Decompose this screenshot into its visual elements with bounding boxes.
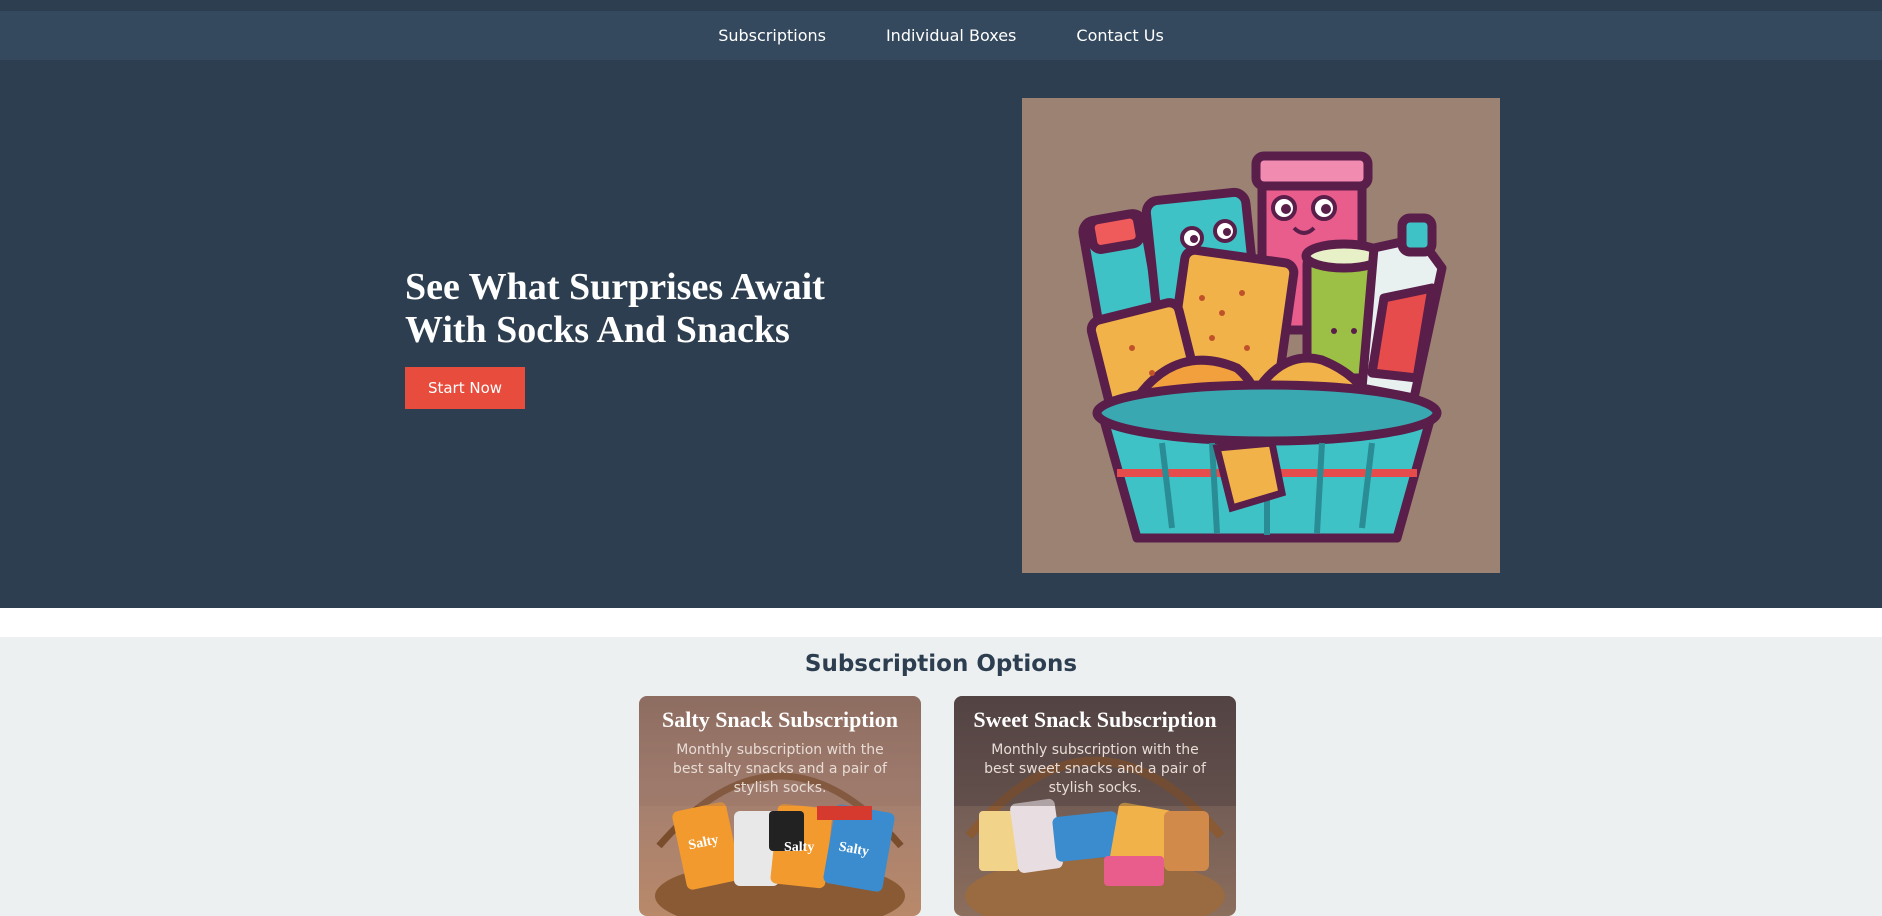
start-now-button[interactable]: Start Now	[405, 367, 525, 409]
nav-item-contact-us[interactable]: Contact Us	[1046, 26, 1193, 45]
snack-basket-illustration	[1022, 98, 1500, 573]
subscription-options-section: Subscription Options Salty Salty Salty S…	[0, 637, 1882, 916]
nav-item-subscriptions[interactable]: Subscriptions	[688, 26, 856, 45]
hero-title: See What Surprises Await With Socks And …	[405, 266, 825, 351]
main-nav: Subscriptions Individual Boxes Contact U…	[0, 11, 1882, 60]
snack-basket-icon	[1022, 98, 1500, 573]
sweet-card-title: Sweet Snack Subscription	[973, 707, 1217, 732]
section-divider	[0, 608, 1882, 637]
section-title: Subscription Options	[804, 651, 1078, 677]
nav-item-individual-boxes[interactable]: Individual Boxes	[856, 26, 1046, 45]
sweet-card-description: Monthly subscription with the best sweet…	[984, 742, 1206, 796]
svg-text:Salty: Salty	[784, 840, 814, 855]
salty-card-title: Salty Snack Subscription	[662, 707, 898, 732]
salty-card-description: Monthly subscription with the best salty…	[673, 742, 887, 796]
hero-section: See What Surprises Await With Socks And …	[0, 60, 1882, 608]
top-strip	[0, 0, 1882, 11]
sweet-subscription-card[interactable]: Sweet Snack Subscription Monthly subscri…	[954, 696, 1236, 916]
salty-subscription-card[interactable]: Salty Salty Salty Salty Snack Subscripti…	[639, 696, 921, 916]
